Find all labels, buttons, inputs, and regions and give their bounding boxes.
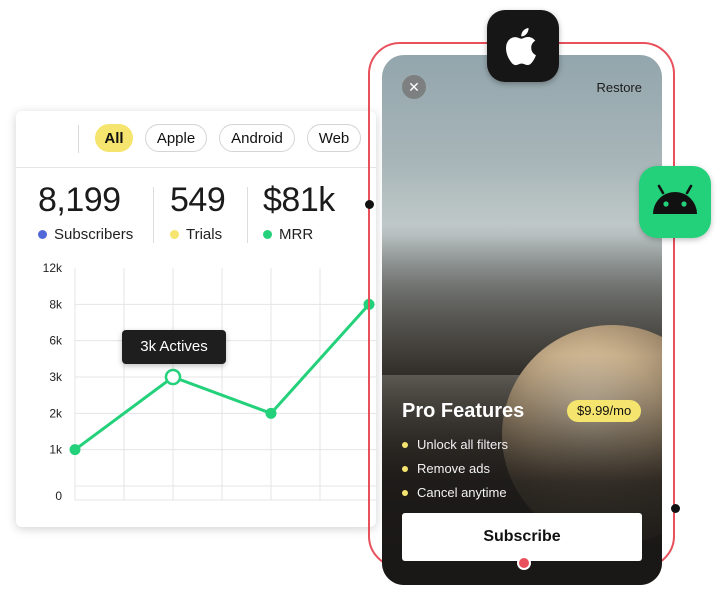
y-tick-label: 2k xyxy=(49,406,63,420)
list-item: Cancel anytime xyxy=(402,481,508,505)
y-tick-label: 3k xyxy=(49,370,63,384)
bullet-icon xyxy=(402,489,408,496)
y-tick-label: 0 xyxy=(55,489,62,503)
price-badge: $9.99/mo xyxy=(567,400,642,422)
connector-dot xyxy=(365,200,374,209)
actives-line-chart: 12k 8k 6k 3k 2k 1k 0 xyxy=(43,261,376,503)
y-tick-label: 12k xyxy=(43,261,63,275)
paywall-screen: ✕ Restore Pro Features $9.99/mo Unlock a… xyxy=(382,55,662,585)
list-item: Unlock all filters xyxy=(402,433,508,457)
data-point[interactable] xyxy=(265,407,277,419)
analytics-card: All Apple Android Web 8,199 Subscribers … xyxy=(16,111,376,527)
bullet-icon xyxy=(402,441,408,448)
connector-dot xyxy=(671,504,680,513)
close-icon: ✕ xyxy=(408,79,420,95)
y-tick-label: 8k xyxy=(49,297,63,311)
y-tick-label: 1k xyxy=(49,443,63,457)
bullet-icon xyxy=(402,465,408,472)
subscribe-button[interactable]: Subscribe xyxy=(402,513,642,561)
paywall-title: Pro Features xyxy=(402,400,525,422)
y-tick-label: 6k xyxy=(49,334,63,348)
restore-link[interactable]: Restore xyxy=(596,80,642,95)
android-badge xyxy=(639,166,711,238)
list-item: Remove ads xyxy=(402,457,508,481)
connector-dot xyxy=(517,556,531,570)
data-point[interactable] xyxy=(69,444,81,456)
feature-list: Unlock all filters Remove ads Cancel any… xyxy=(402,433,508,505)
close-button[interactable]: ✕ xyxy=(402,75,426,99)
chart-tooltip: 3k Actives xyxy=(122,330,226,364)
highlighted-point[interactable] xyxy=(164,368,182,386)
apple-icon xyxy=(506,28,536,66)
android-icon xyxy=(653,184,697,214)
apple-badge xyxy=(487,10,559,82)
